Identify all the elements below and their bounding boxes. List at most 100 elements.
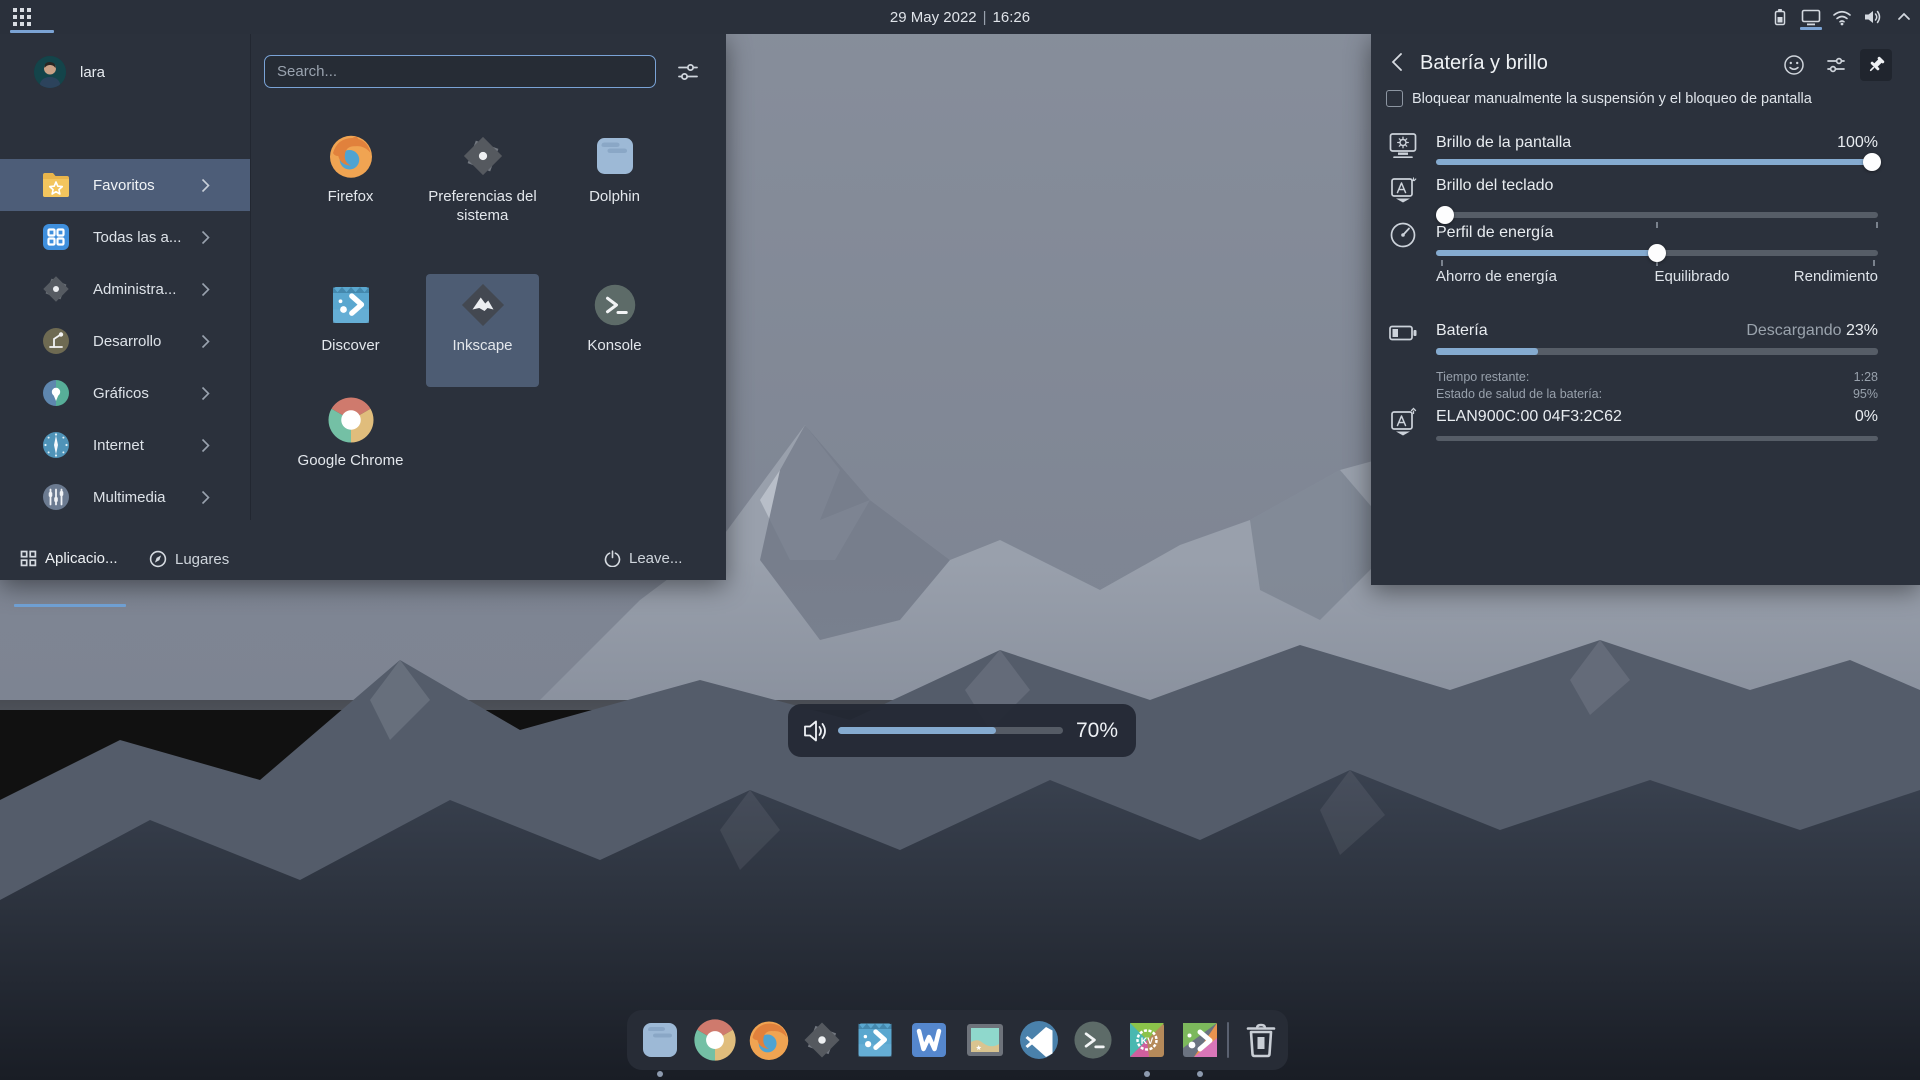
dolphin-icon xyxy=(591,132,639,180)
screen-brightness-value: 100% xyxy=(1837,134,1878,152)
chevron-right-icon xyxy=(201,230,210,245)
leave-button[interactable]: Leave... xyxy=(604,550,682,567)
slider-handle[interactable] xyxy=(1863,153,1881,171)
power-profile-option-mid[interactable]: Equilibrado xyxy=(1612,268,1772,285)
app-item-firefox[interactable]: Firefox xyxy=(294,125,407,238)
sidebar-item-label: Internet xyxy=(93,437,201,454)
dock-item-trash[interactable] xyxy=(1239,1018,1283,1062)
sidebar-item-label: Todas las a... xyxy=(93,229,201,246)
panel-title: Batería y brillo xyxy=(1420,52,1548,75)
dock-item-system-settings[interactable] xyxy=(800,1018,844,1062)
kvantum-icon: KV xyxy=(1125,1018,1169,1062)
user-header[interactable]: lara xyxy=(34,56,105,88)
tray-display[interactable] xyxy=(1801,4,1821,30)
keyboard-device-label: ELAN900C:00 04F3:2C62 xyxy=(1436,408,1622,426)
dock-item-kvantum[interactable]: KV xyxy=(1125,1018,1169,1062)
battery-status: Descargando xyxy=(1746,322,1841,339)
system-tray xyxy=(1770,0,1914,34)
tab-applications[interactable]: Aplicacio... xyxy=(20,550,118,567)
filter-icon[interactable] xyxy=(676,60,700,84)
app-item-google-chrome[interactable]: Google Chrome xyxy=(294,389,407,502)
power-profile-option-max[interactable]: Rendimiento xyxy=(1794,268,1878,285)
manual-suspend-checkbox-row[interactable]: Bloquear manualmente la suspensión y el … xyxy=(1386,90,1812,107)
volume-osd-fill xyxy=(838,727,996,734)
dock-item-dolphin[interactable] xyxy=(638,1018,682,1062)
sidebar-item-todas-las-aplicaciones[interactable]: Todas las a... xyxy=(0,211,250,263)
inkscape-icon xyxy=(459,281,507,329)
search-input[interactable] xyxy=(264,55,656,88)
slider-tick xyxy=(1441,260,1443,266)
launcher-footer: Aplicacio... Lugares Leave... xyxy=(0,546,726,580)
chevron-right-icon xyxy=(201,438,210,453)
slider-handle[interactable] xyxy=(1436,206,1454,224)
back-button[interactable] xyxy=(1391,52,1413,78)
development-icon xyxy=(40,325,72,357)
dock-item-google-chrome[interactable] xyxy=(693,1018,737,1062)
sidebar-item-internet[interactable]: Internet xyxy=(0,419,250,471)
clock-separator: | xyxy=(983,9,987,26)
chevron-right-icon xyxy=(201,386,210,401)
tray-network[interactable] xyxy=(1832,4,1852,30)
tab-places[interactable]: Lugares xyxy=(149,550,229,568)
active-tab-indicator xyxy=(14,604,126,607)
avatar xyxy=(34,56,66,88)
slider-handle[interactable] xyxy=(1648,244,1666,262)
sidebar-item-administracion[interactable]: Administra... xyxy=(0,263,250,315)
screen-brightness-label: Brillo de la pantalla xyxy=(1436,134,1571,152)
pin-button[interactable] xyxy=(1860,49,1892,81)
sidebar-item-desarrollo[interactable]: Desarrollo xyxy=(0,315,250,367)
checkbox[interactable] xyxy=(1386,90,1403,107)
dock-item-wps-writer[interactable] xyxy=(907,1018,951,1062)
tray-active-indicator xyxy=(1800,27,1822,30)
applications-tab-icon xyxy=(20,550,37,567)
battery-percent: 23% xyxy=(1846,322,1878,339)
system-settings-icon xyxy=(800,1018,844,1062)
sidebar-item-favoritos[interactable]: Favoritos xyxy=(0,159,250,211)
tray-expand[interactable] xyxy=(1894,4,1914,30)
power-profile-option-min[interactable]: Ahorro de energía xyxy=(1436,268,1557,285)
app-item-discover[interactable]: Discover xyxy=(294,274,407,387)
dock-item-vscode[interactable] xyxy=(1017,1018,1061,1062)
app-label: Inkscape xyxy=(427,336,539,355)
icons-only-task-manager: KV xyxy=(627,1010,1288,1070)
app-item-konsole[interactable]: Konsole xyxy=(558,274,671,387)
app-item-dolphin[interactable]: Dolphin xyxy=(558,125,671,238)
app-label: Preferencias del sistema xyxy=(427,187,539,225)
dock-item-gwenview[interactable] xyxy=(963,1018,1007,1062)
chevron-up-icon xyxy=(1896,9,1912,25)
time-remaining-value: 1:28 xyxy=(1854,370,1878,384)
tray-volume[interactable] xyxy=(1863,4,1883,30)
top-panel: 29 May 2022 | 16:26 xyxy=(0,0,1920,34)
dock-item-konsole[interactable] xyxy=(1071,1018,1115,1062)
tab-label: Aplicacio... xyxy=(45,550,118,567)
sidebar-item-label: Administra... xyxy=(93,281,201,298)
app-item-preferencias-del-sistema[interactable]: Preferencias del sistema xyxy=(426,125,539,238)
emoji-button[interactable] xyxy=(1778,49,1810,81)
slider-tick xyxy=(1656,222,1658,228)
digital-clock[interactable]: 29 May 2022 | 16:26 xyxy=(0,0,1920,34)
dock-item-picture-arrow-app[interactable] xyxy=(1178,1018,1222,1062)
sidebar-item-graficos[interactable]: Gráficos xyxy=(0,367,250,419)
screen-brightness-slider[interactable] xyxy=(1436,159,1878,165)
dock-item-discover[interactable] xyxy=(853,1018,897,1062)
power-profile-slider[interactable] xyxy=(1436,250,1878,256)
sidebar-item-multimedia[interactable]: Multimedia xyxy=(0,471,250,520)
configure-button[interactable] xyxy=(1820,49,1852,81)
app-label: Google Chrome xyxy=(295,451,407,470)
battery-icon xyxy=(1772,8,1788,26)
internet-icon xyxy=(40,429,72,461)
konsole-icon xyxy=(1071,1018,1115,1062)
firefox-icon xyxy=(747,1018,791,1062)
vscode-icon xyxy=(1017,1018,1061,1062)
desktop: 29 May 2022 | 16:26 xyxy=(0,0,1920,1080)
keyboard-brightness-slider[interactable] xyxy=(1436,212,1878,218)
configure-sliders-icon xyxy=(1825,54,1847,76)
display-icon xyxy=(1801,8,1821,26)
application-launcher-popup: lara Favoritos xyxy=(0,34,726,580)
tray-battery[interactable] xyxy=(1770,4,1790,30)
keyboard-device-progressbar xyxy=(1436,436,1878,441)
gwenview-image-icon xyxy=(963,1018,1007,1062)
slider-tick xyxy=(1873,260,1875,266)
app-item-inkscape[interactable]: Inkscape xyxy=(426,274,539,387)
dock-item-firefox[interactable] xyxy=(747,1018,791,1062)
